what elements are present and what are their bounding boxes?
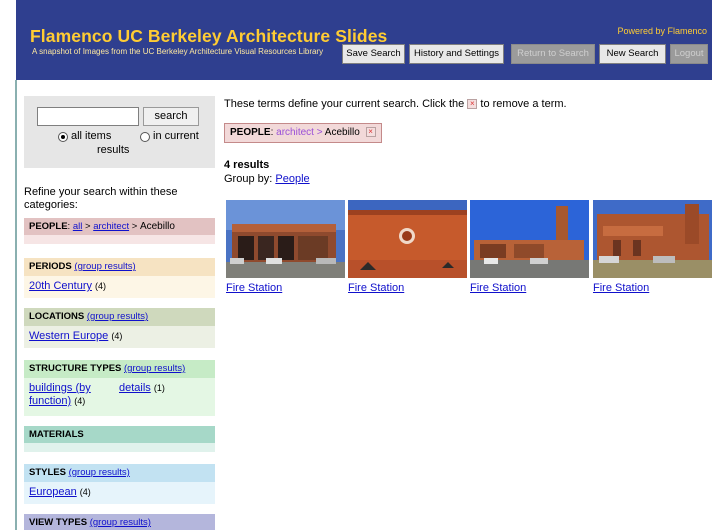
search-button[interactable]: search [143, 107, 199, 126]
people-current-term: Acebillo [139, 221, 175, 232]
category-view-types: VIEW TYPES (group results) [24, 514, 215, 530]
people-all-link[interactable]: all [73, 221, 83, 232]
logout-button[interactable]: Logout [670, 44, 708, 64]
save-search-button[interactable]: Save Search [342, 44, 405, 64]
new-search-button[interactable]: New Search [599, 44, 666, 64]
category-periods: PERIODS (group results) 20th Century (4) [24, 258, 215, 298]
styles-header: STYLES (group results) [24, 464, 215, 482]
periods-header: PERIODS (group results) [24, 258, 215, 276]
periods-body: 20th Century (4) [24, 276, 215, 298]
category-locations: LOCATIONS (group results) Western Europe… [24, 308, 215, 348]
materials-body [24, 443, 215, 452]
category-structure-types: STRUCTURE TYPES (group results) building… [24, 360, 215, 416]
history-settings-button[interactable]: History and Settings [409, 44, 504, 64]
locations-label: LOCATIONS [29, 311, 85, 322]
result-caption-link[interactable]: Fire Station [348, 282, 404, 294]
result-thumbnail[interactable] [593, 200, 712, 278]
scope-current-radio[interactable] [140, 132, 150, 142]
view-types-label: VIEW TYPES [29, 517, 88, 528]
scope-current-label-cont: results [97, 144, 130, 156]
return-to-search-button[interactable]: Return to Search [511, 44, 595, 64]
view-types-group-link[interactable]: (group results) [90, 517, 151, 528]
search-term: PEOPLE: architect > Acebillo × [224, 123, 382, 143]
result-caption-link[interactable]: Fire Station [226, 282, 282, 294]
materials-header: MATERIALS [24, 426, 215, 443]
term-facet: PEOPLE [230, 127, 271, 138]
result-thumbnail[interactable] [348, 200, 467, 278]
app-subtitle: A snapshot of Images from the UC Berkele… [32, 47, 324, 56]
result-caption-link[interactable]: Fire Station [593, 282, 649, 294]
category-styles: STYLES (group results) European (4) [24, 464, 215, 504]
group-by: Group by: People [224, 173, 310, 185]
search-input[interactable] [37, 107, 139, 126]
locations-header: LOCATIONS (group results) [24, 308, 215, 326]
structure-types-body: buildings (by function) (4) details (1) [24, 378, 215, 416]
structure-item-buildings[interactable]: buildings (by function) (4) [29, 382, 91, 408]
periods-group-link[interactable]: (group results) [74, 261, 135, 272]
people-body [24, 235, 215, 244]
locations-item-western-europe[interactable]: Western Europe [29, 330, 108, 342]
scope-all-label: all items [71, 130, 112, 142]
scope-current-label: in current [153, 130, 199, 142]
term-parent: architect [276, 127, 314, 138]
styles-body: European (4) [24, 482, 215, 504]
left-divider [15, 80, 17, 530]
refine-instructions: Refine your search within these categori… [24, 186, 178, 211]
search-instructions: These terms define your current search. … [224, 98, 567, 110]
group-by-people-link[interactable]: People [275, 173, 309, 185]
people-label: PEOPLE [29, 221, 68, 232]
people-header: PEOPLE: all > architect > Acebillo [24, 218, 215, 235]
app-title: Flamenco UC Berkeley Architecture Slides [30, 26, 388, 46]
styles-group-link[interactable]: (group results) [69, 467, 130, 478]
result-thumbnail[interactable] [226, 200, 345, 278]
structure-types-header: STRUCTURE TYPES (group results) [24, 360, 215, 378]
periods-label: PERIODS [29, 261, 72, 272]
structure-types-group-link[interactable]: (group results) [124, 363, 185, 374]
view-types-header: VIEW TYPES (group results) [24, 514, 215, 530]
locations-body: Western Europe (4) [24, 326, 215, 348]
materials-label: MATERIALS [29, 429, 84, 440]
powered-by-label: Powered by Flamenco [617, 26, 707, 36]
people-architect-link[interactable]: architect [93, 221, 129, 232]
result-caption-link[interactable]: Fire Station [470, 282, 526, 294]
app-header: Flamenco UC Berkeley Architecture Slides… [16, 0, 712, 80]
periods-item-20th-century[interactable]: 20th Century [29, 280, 92, 292]
result-thumbnail[interactable] [470, 200, 589, 278]
category-people: PEOPLE: all > architect > Acebillo [24, 218, 215, 244]
scope-all-radio[interactable] [58, 132, 68, 142]
search-panel: search all items in current results [24, 96, 215, 168]
structure-types-label: STRUCTURE TYPES [29, 363, 122, 374]
styles-label: STYLES [29, 467, 66, 478]
category-materials: MATERIALS [24, 426, 215, 452]
remove-example-icon: × [467, 99, 478, 110]
remove-term-icon[interactable]: × [365, 127, 376, 138]
structure-item-details[interactable]: details (1) [119, 382, 165, 394]
styles-item-european[interactable]: European [29, 486, 77, 498]
term-value: Acebillo [324, 127, 360, 138]
results-count: 4 results [224, 159, 270, 171]
locations-group-link[interactable]: (group results) [87, 311, 148, 322]
